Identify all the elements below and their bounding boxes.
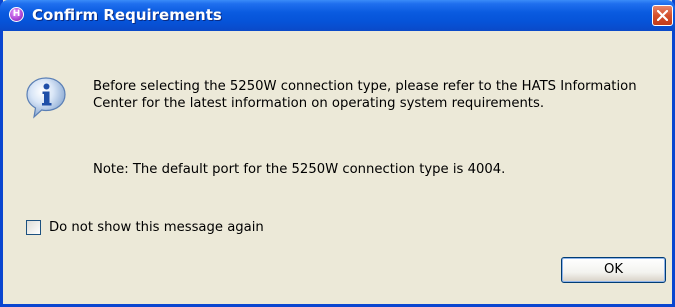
dont-show-again-checkbox[interactable] — [26, 220, 41, 235]
title-bar[interactable]: H Confirm Requirements — [0, 0, 675, 31]
confirm-requirements-dialog: H Confirm Requirements Before selecting … — [0, 0, 675, 307]
ok-button[interactable]: OK — [561, 257, 666, 283]
dont-show-again-label[interactable]: Do not show this message again — [49, 220, 264, 235]
app-icon: H — [9, 7, 24, 22]
close-icon — [657, 10, 668, 21]
close-button[interactable] — [652, 5, 673, 26]
dialog-note: Note: The default port for the 5250W con… — [93, 162, 506, 177]
info-icon — [26, 77, 66, 119]
dialog-message: Before selecting the 5250W connection ty… — [93, 79, 637, 111]
window-title: Confirm Requirements — [32, 6, 222, 24]
